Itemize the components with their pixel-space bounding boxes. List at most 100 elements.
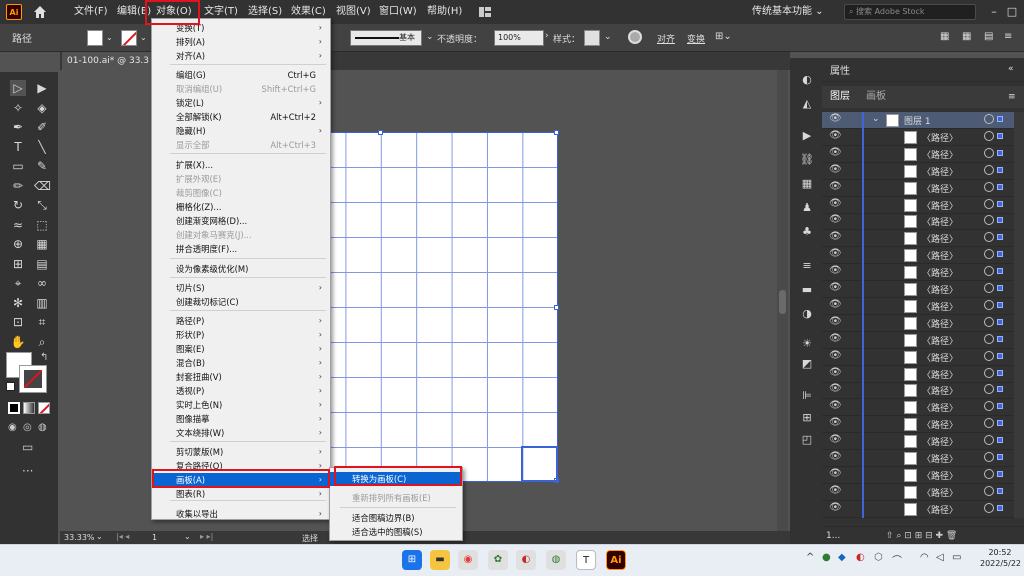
rectangle-tool-icon[interactable]: ▭ <box>10 158 26 174</box>
layers-scrollbar[interactable] <box>1014 483 1024 501</box>
chevron-down-icon[interactable]: ⌄ <box>140 33 147 42</box>
object-menu-item-20[interactable]: 形状(P) › <box>152 328 330 342</box>
target-circle-icon[interactable] <box>984 316 994 327</box>
sublayer-name[interactable]: 〈路径〉 <box>922 486 958 499</box>
opacity-input[interactable]: 100% <box>494 30 544 46</box>
layers-scrollbar[interactable] <box>1014 247 1024 265</box>
chevron-down-icon[interactable]: ⌄ <box>106 33 113 42</box>
visibility-eye-icon[interactable]: 👁 <box>829 164 842 175</box>
object-menu-item-5[interactable]: 锁定(L) › <box>152 96 330 110</box>
layers-scrollbar[interactable] <box>1014 297 1024 315</box>
target-circle-icon[interactable] <box>984 367 994 378</box>
slice-tool-icon[interactable]: ⌗ <box>34 314 50 330</box>
object-menu-item-24[interactable]: 透视(P) › <box>152 384 330 398</box>
gradient-tool-icon[interactable]: ▤ <box>34 256 50 272</box>
workspace-switcher[interactable]: 传统基本功能 ⌄ <box>752 0 824 24</box>
actions-icon[interactable]: ▶ <box>799 128 815 144</box>
screen-mode-icon[interactable]: ▭ <box>22 440 33 454</box>
sublayer-name[interactable]: 〈路径〉 <box>922 283 958 296</box>
none-mode-icon[interactable] <box>38 402 50 414</box>
chevron-down-icon[interactable]: ⌄ <box>426 32 434 42</box>
visibility-eye-icon[interactable]: 👁 <box>829 214 842 225</box>
selection-indicator[interactable] <box>997 149 1003 156</box>
selection-handle[interactable] <box>378 130 383 135</box>
panel-menu-icon[interactable]: ≡ <box>1008 92 1016 102</box>
selection-indicator[interactable] <box>997 268 1003 275</box>
layer-row[interactable]: 👁 〈路径〉 <box>822 179 1024 197</box>
selection-indicator[interactable] <box>997 335 1003 342</box>
selected-cell[interactable] <box>521 446 558 482</box>
isolate-object-icon[interactable]: ⊞⌄ <box>715 31 732 42</box>
panel-options-icon[interactable]: ≡ <box>1004 31 1012 42</box>
draw-behind-icon[interactable]: ◎ <box>23 422 32 433</box>
column-graph-tool-icon[interactable]: ▥ <box>34 295 50 311</box>
target-circle-icon[interactable] <box>984 435 994 446</box>
layers-scrollbar[interactable] <box>1014 112 1024 129</box>
layer-row[interactable]: 👁 〈路径〉 <box>822 365 1024 383</box>
type-tool-icon[interactable]: T <box>10 139 26 155</box>
align-panel-link[interactable]: 对齐 <box>657 32 675 45</box>
target-circle-icon[interactable] <box>984 418 994 429</box>
layer-row[interactable]: 👁 〈路径〉 <box>822 483 1024 501</box>
panel-collapse-icon[interactable]: « <box>1008 64 1014 74</box>
visibility-eye-icon[interactable]: 👁 <box>829 367 842 378</box>
stock-search-input[interactable]: ⌕ 搜索 Adobe Stock <box>844 4 976 20</box>
visibility-eye-icon[interactable]: 👁 <box>829 502 842 513</box>
sublayer-name[interactable]: 〈路径〉 <box>922 266 958 279</box>
sublayer-name[interactable]: 〈路径〉 <box>922 148 958 161</box>
selection-handle[interactable] <box>554 130 559 135</box>
sublayer-name[interactable]: 〈路径〉 <box>922 503 958 516</box>
rotate-tool-icon[interactable]: ↻ <box>10 197 26 213</box>
gradient-mode-icon[interactable] <box>23 402 35 414</box>
object-menu-item-27[interactable]: 文本绕排(W) › <box>152 426 330 440</box>
menu-item-1[interactable]: 编辑(E) <box>113 0 155 24</box>
shaper-tool-icon[interactable]: ✏ <box>10 178 26 194</box>
object-menu-item-18[interactable]: 创建裁切标记(C) <box>152 295 330 309</box>
layer-row[interactable]: 👁 〈路径〉 <box>822 213 1024 231</box>
layer-row[interactable]: 👁 〈路径〉 <box>822 297 1024 315</box>
chrome-icon[interactable]: ◉ <box>458 550 478 570</box>
layer-row[interactable]: 👁 〈路径〉 <box>822 450 1024 467</box>
object-menu-item-22[interactable]: 混合(B) › <box>152 356 330 370</box>
selection-indicator[interactable] <box>997 437 1003 444</box>
visibility-eye-icon[interactable]: 👁 <box>829 231 842 242</box>
target-circle-icon[interactable] <box>984 333 994 344</box>
chevron-down-icon[interactable]: ⌄ <box>184 532 191 541</box>
tray-chevron-icon[interactable]: ^ <box>806 552 814 563</box>
tray-app-icon[interactable]: ◐ <box>856 552 865 563</box>
layer-row[interactable]: 👁 〈路径〉 <box>822 281 1024 298</box>
target-circle-icon[interactable] <box>984 181 994 192</box>
more-tools-icon[interactable]: ··· <box>22 464 33 478</box>
object-menu-item-3[interactable]: 编组(G) Ctrl+G <box>152 68 330 82</box>
draw-normal-icon[interactable]: ◉ <box>8 422 17 433</box>
target-circle-icon[interactable] <box>984 350 994 361</box>
visibility-eye-icon[interactable]: 👁 <box>829 316 842 327</box>
object-menu-item-26[interactable]: 图像描摹 › <box>152 412 330 426</box>
layers-scrollbar[interactable] <box>1014 179 1024 197</box>
selection-indicator[interactable] <box>997 420 1003 427</box>
target-circle-icon[interactable] <box>984 249 994 260</box>
object-menu-item-7[interactable]: 隐藏(H) › <box>152 124 330 138</box>
layers-scrollbar[interactable] <box>1014 365 1024 383</box>
selection-indicator[interactable] <box>997 352 1003 359</box>
target-circle-icon[interactable] <box>984 147 994 158</box>
pathfinder-icon[interactable]: ◰ <box>799 432 815 448</box>
illustrator-taskbar-icon[interactable]: Ai <box>606 550 626 570</box>
object-menu-item-2[interactable]: 对齐(A) › <box>152 49 330 63</box>
layer-row[interactable]: 👁 〈路径〉 <box>822 466 1024 484</box>
align-icon[interactable]: ⊫ <box>799 388 815 404</box>
selection-indicator[interactable] <box>997 318 1003 325</box>
layers-scrollbar[interactable] <box>1014 382 1024 400</box>
visibility-eye-icon[interactable]: 👁 <box>829 181 842 192</box>
stroke-color-swatch[interactable] <box>121 30 137 46</box>
sublayer-name[interactable]: 〈路径〉 <box>922 401 958 414</box>
next-artboard-icon[interactable]: ▸ ▸| <box>200 532 213 541</box>
curvature-tool-icon[interactable]: ✐ <box>34 119 50 135</box>
color-panel-icon[interactable]: ◐ <box>799 72 815 88</box>
object-menu-item-6[interactable]: 全部解锁(K) Alt+Ctrl+2 <box>152 110 330 124</box>
stroke-color-box[interactable] <box>19 365 47 393</box>
warp-tool-icon[interactable]: ≈ <box>10 217 26 233</box>
tray-app-icon[interactable]: ⬡ <box>874 552 883 563</box>
layer-row[interactable]: 👁 〈路径〉 <box>822 348 1024 366</box>
draw-inside-icon[interactable]: ◍ <box>38 422 47 433</box>
